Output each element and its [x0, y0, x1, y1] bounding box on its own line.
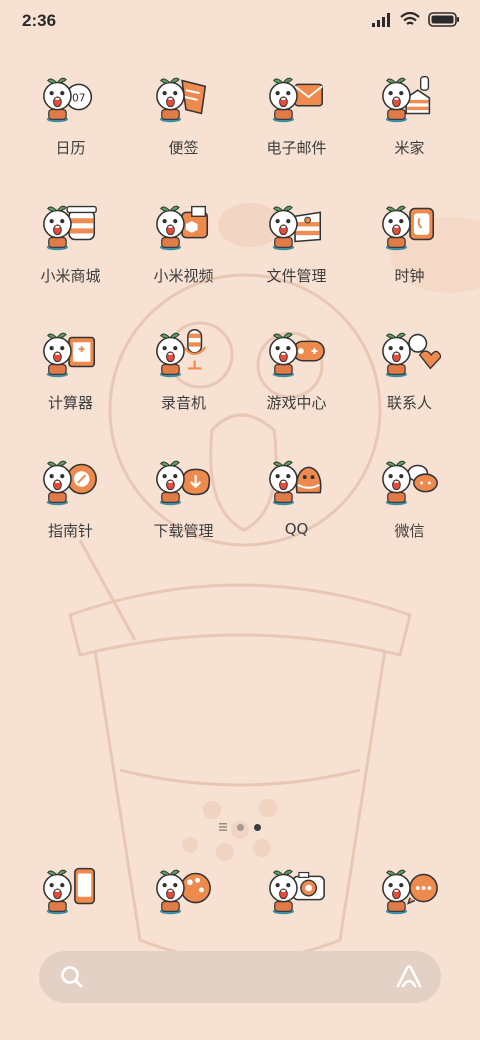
app-label: 指南针	[47, 521, 93, 540]
phone-icon	[42, 867, 95, 915]
mi-store-icon	[42, 205, 97, 250]
contacts-icon	[381, 332, 441, 378]
app-downloads[interactable]: 下载管理	[127, 449, 240, 577]
app-wechat[interactable]: 微信	[353, 449, 466, 577]
app-mi-store[interactable]: 小米商城	[14, 194, 127, 322]
status-time: 2:36	[22, 11, 57, 30]
assistant-icon[interactable]	[395, 964, 423, 990]
clock-icon	[381, 205, 434, 250]
app-email[interactable]: 电子邮件	[240, 66, 353, 194]
app-label: 微信	[394, 521, 425, 540]
dock-app-phone[interactable]	[14, 858, 127, 920]
page-indicator	[0, 823, 480, 831]
app-compass[interactable]: 指南针	[14, 449, 127, 577]
page-dot-active[interactable]	[254, 823, 261, 831]
signal-icon	[372, 12, 390, 27]
app-label: 电子邮件	[266, 139, 327, 157]
dock-app-browser[interactable]	[127, 858, 240, 920]
recorder-icon	[155, 328, 206, 378]
search-icon[interactable]	[59, 964, 85, 990]
app-label: 日历	[55, 139, 86, 157]
qq-icon	[268, 460, 322, 505]
downloads-icon	[155, 460, 210, 505]
search-bar[interactable]	[39, 951, 441, 1003]
app-calculator[interactable]: 计算器	[14, 321, 127, 449]
calculator-icon	[42, 332, 95, 378]
wifi-icon	[400, 12, 420, 25]
camera-icon	[268, 869, 325, 915]
file-manager-icon	[268, 205, 321, 250]
app-label: 小米视频	[153, 266, 214, 285]
app-label: 时钟	[394, 266, 425, 285]
status-icons	[372, 12, 460, 27]
menu-icon[interactable]	[219, 823, 227, 831]
app-contacts[interactable]: 联系人	[353, 321, 466, 449]
app-label: QQ	[284, 519, 309, 538]
mi-home-icon	[381, 75, 430, 123]
game-center-icon	[268, 332, 325, 378]
app-label: 联系人	[386, 394, 432, 412]
email-icon	[268, 77, 323, 123]
app-label: 下载管理	[153, 521, 214, 540]
dock	[14, 858, 466, 920]
svg-text:07: 07	[71, 91, 85, 104]
app-mi-video[interactable]: 小米视频	[127, 194, 240, 322]
calendar-icon: 07	[42, 77, 92, 123]
app-game-center[interactable]: 游戏中心	[240, 321, 353, 449]
wechat-icon	[381, 460, 438, 505]
app-label: 小米商城	[40, 266, 101, 285]
app-calendar[interactable]: 07 日历	[14, 66, 127, 194]
app-notes[interactable]: 便签	[127, 66, 240, 194]
battery-icon	[428, 12, 459, 27]
dock-app-camera[interactable]	[240, 858, 353, 920]
messages-icon	[381, 869, 438, 915]
app-qq[interactable]: QQ	[240, 449, 353, 577]
app-file-manager[interactable]: 文件管理	[240, 194, 353, 322]
mi-video-icon	[155, 205, 208, 250]
app-mi-home[interactable]: 米家	[353, 66, 466, 194]
status-bar: 2:36	[0, 0, 480, 42]
app-label: 文件管理	[266, 266, 327, 285]
notes-icon	[155, 77, 206, 123]
app-clock[interactable]: 时钟	[353, 194, 466, 322]
browser-icon	[155, 869, 211, 915]
app-grid: 07 日历 便签 电子邮件 米家小米商城 小米视频 文件管理 时钟计算器 录音机 游戏中心 联系人指…	[14, 66, 466, 576]
dock-app-messages[interactable]	[353, 858, 466, 920]
compass-icon	[42, 460, 97, 505]
app-recorder[interactable]: 录音机	[127, 321, 240, 449]
app-label: 计算器	[47, 394, 93, 412]
page-dot[interactable]	[237, 823, 244, 831]
app-label: 录音机	[160, 394, 206, 412]
app-label: 便签	[168, 139, 199, 157]
app-label: 游戏中心	[266, 394, 327, 412]
app-label: 米家	[394, 139, 425, 157]
